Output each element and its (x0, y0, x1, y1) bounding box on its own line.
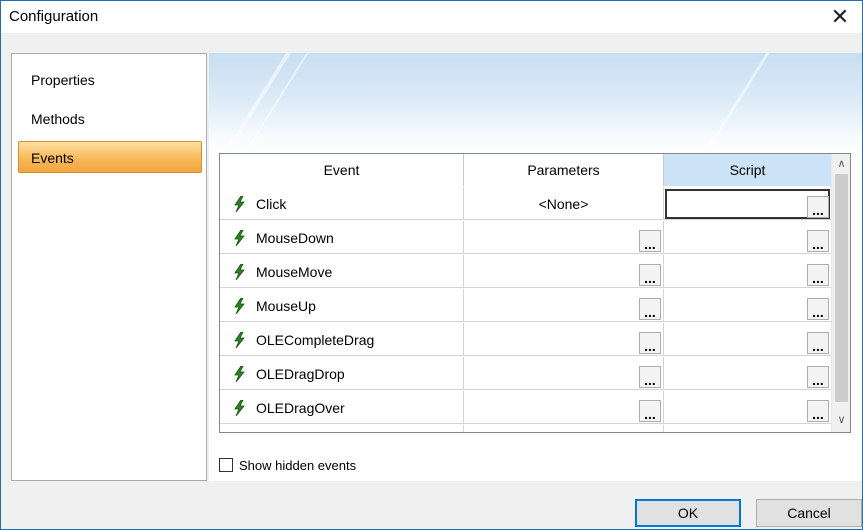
navigation-panel: Properties Methods Events (11, 53, 207, 481)
lightning-bolt-icon (234, 263, 245, 280)
script-cell[interactable]: ... (664, 357, 832, 390)
script-cell[interactable]: ... (664, 323, 832, 356)
script-cell[interactable]: ... (664, 187, 832, 220)
event-name: Click (256, 195, 287, 212)
script-browse-button[interactable]: ... (807, 332, 829, 354)
script-cell[interactable]: ... (664, 255, 832, 288)
show-hidden-events-checkbox[interactable] (219, 458, 233, 472)
event-row[interactable]: OLECompleteDrag...... (220, 323, 832, 356)
grid-header: Event Parameters Script (220, 154, 832, 186)
window-title: Configuration (9, 8, 99, 25)
nav-item-label: Properties (31, 72, 95, 88)
event-cell[interactable]: MouseMove (220, 255, 464, 288)
show-hidden-events-label: Show hidden events (239, 457, 357, 473)
parameters-value: <None> (538, 195, 589, 212)
parameters-cell[interactable]: ... (464, 391, 664, 424)
event-cell[interactable]: OLEDragOver (220, 391, 464, 424)
event-row[interactable]: OLEGiveFeedback...... (220, 425, 832, 432)
event-row[interactable]: MouseUp...... (220, 289, 832, 322)
parameters-browse-button[interactable]: ... (639, 332, 661, 354)
events-grid: Event Parameters Script Click <None>... Mo… (219, 153, 851, 433)
event-name: MouseMove (256, 263, 333, 280)
scroll-down-icon[interactable]: ∨ (832, 410, 850, 429)
cancel-button[interactable]: Cancel (756, 499, 862, 527)
event-row[interactable]: MouseDown...... (220, 221, 832, 254)
title-bar: Configuration ✕ (1, 1, 862, 33)
event-row[interactable]: OLEDragDrop...... (220, 357, 832, 390)
script-cell[interactable]: ... (664, 289, 832, 322)
script-cell[interactable]: ... (664, 221, 832, 254)
lightning-bolt-icon (234, 297, 245, 314)
parameters-cell[interactable]: ... (464, 255, 664, 288)
ok-button[interactable]: OK (635, 499, 741, 527)
parameters-browse-button[interactable]: ... (639, 264, 661, 286)
show-hidden-events-option[interactable]: Show hidden events (219, 455, 356, 475)
lightning-bolt-icon (234, 195, 245, 212)
parameters-cell[interactable]: ... (464, 323, 664, 356)
event-name: MouseDown (256, 229, 334, 246)
parameters-cell[interactable]: <None> (464, 187, 664, 220)
lightning-bolt-icon (234, 365, 245, 382)
events-panel: Event Parameters Script Click <None>... Mo… (209, 53, 862, 481)
nav-item-methods[interactable]: Methods (18, 102, 202, 134)
nav-item-label: Events (31, 150, 74, 166)
configuration-dialog: Configuration ✕ Properties Methods Event… (0, 0, 863, 530)
lightning-bolt-icon (234, 399, 245, 416)
nav-item-label: Methods (31, 111, 85, 127)
nav-item-events[interactable]: Events (18, 141, 202, 173)
event-name: OLEDragDrop (256, 365, 345, 382)
parameters-browse-button[interactable]: ... (639, 400, 661, 422)
parameters-cell[interactable]: ... (464, 425, 664, 432)
script-browse-button[interactable]: ... (807, 264, 829, 286)
script-input[interactable] (665, 189, 830, 219)
parameters-cell[interactable]: ... (464, 221, 664, 254)
script-browse-button[interactable]: ... (807, 366, 829, 388)
script-cell[interactable]: ... (664, 391, 832, 424)
event-cell[interactable]: OLEGiveFeedback (220, 425, 464, 432)
scroll-up-icon[interactable]: ∧ (832, 154, 850, 173)
parameters-browse-button[interactable]: ... (639, 366, 661, 388)
close-icon[interactable]: ✕ (820, 2, 860, 32)
event-row[interactable]: MouseMove...... (220, 255, 832, 288)
vertical-scrollbar[interactable]: ∧ ∨ (831, 154, 850, 432)
parameters-cell[interactable]: ... (464, 357, 664, 390)
lightning-bolt-icon (234, 229, 245, 246)
event-name: OLEDragOver (256, 399, 345, 416)
column-header-event[interactable]: Event (220, 154, 464, 186)
column-header-script[interactable]: Script (664, 154, 832, 186)
script-cell[interactable]: ... (664, 425, 832, 432)
nav-item-properties[interactable]: Properties (18, 63, 202, 95)
event-cell[interactable]: MouseDown (220, 221, 464, 254)
script-browse-button[interactable]: ... (807, 196, 829, 218)
event-cell[interactable]: OLECompleteDrag (220, 323, 464, 356)
header-banner (209, 53, 862, 153)
event-row[interactable]: Click <None>... (220, 187, 832, 220)
script-browse-button[interactable]: ... (807, 230, 829, 252)
script-browse-button[interactable]: ... (807, 298, 829, 320)
column-header-parameters[interactable]: Parameters (464, 154, 664, 186)
event-row[interactable]: OLEDragOver...... (220, 391, 832, 424)
script-browse-button[interactable]: ... (807, 400, 829, 422)
parameters-cell[interactable]: ... (464, 289, 664, 322)
parameters-browse-button[interactable]: ... (639, 230, 661, 252)
parameters-browse-button[interactable]: ... (639, 298, 661, 320)
event-cell[interactable]: MouseUp (220, 289, 464, 322)
event-name: OLECompleteDrag (256, 331, 375, 348)
dialog-footer: OK Cancel (1, 485, 862, 529)
scrollbar-thumb[interactable] (835, 174, 848, 402)
event-cell[interactable]: Click (220, 187, 464, 220)
lightning-bolt-icon (234, 331, 245, 348)
event-cell[interactable]: OLEDragDrop (220, 357, 464, 390)
event-name: MouseUp (256, 297, 316, 314)
